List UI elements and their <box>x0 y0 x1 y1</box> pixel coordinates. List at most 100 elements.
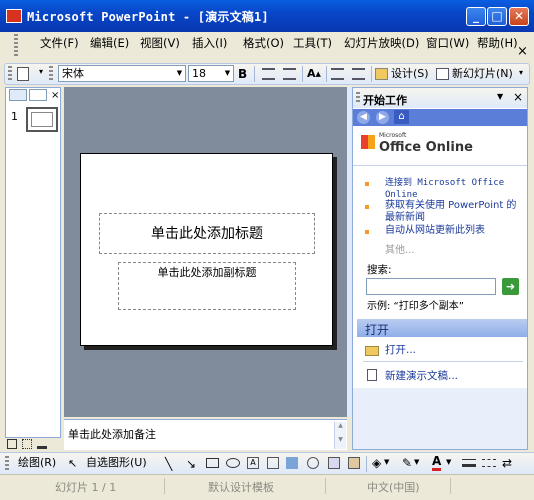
line-style-icon[interactable] <box>462 459 476 467</box>
insert-picture-icon[interactable] <box>348 457 360 469</box>
design-button[interactable]: 设计(S) <box>391 66 429 82</box>
toolbar-options-icon[interactable]: ▾ <box>519 68 523 77</box>
menu-slideshow[interactable]: 幻灯片放映(D) <box>344 32 419 54</box>
new-slide-icon[interactable] <box>436 68 449 80</box>
oval-icon[interactable] <box>226 458 240 468</box>
toolbar-separator <box>302 66 303 82</box>
design-icon[interactable] <box>375 68 388 80</box>
toolbar-separator <box>254 66 255 82</box>
toolbar-separator <box>371 66 372 82</box>
new-slide-button[interactable]: 新幻灯片(N) <box>452 66 513 82</box>
menu-tools[interactable]: 工具(T) <box>293 32 332 54</box>
subtitle-placeholder[interactable]: 单击此处添加副标题 <box>118 262 296 310</box>
arrow-style-icon[interactable]: ⇄ <box>502 456 512 470</box>
close-icon[interactable]: × <box>51 90 59 101</box>
forward-arrow-icon[interactable]: ▶ <box>376 111 389 124</box>
line-color-icon[interactable]: ✎ <box>402 456 412 470</box>
diagram-icon[interactable] <box>307 457 319 469</box>
autoshapes-menu-button[interactable]: 自选图形(U) <box>86 455 147 471</box>
status-separator <box>164 478 165 494</box>
new-presentation-link[interactable]: 新建演示文稿... <box>385 370 458 382</box>
canvas-scrollbar[interactable] <box>348 87 351 417</box>
task-pane-grip[interactable] <box>356 92 360 104</box>
title-placeholder[interactable]: 单击此处添加标题 <box>99 213 315 254</box>
divider <box>363 361 523 362</box>
increase-indent-icon[interactable] <box>352 68 365 80</box>
close-button[interactable]: ✕ <box>509 7 529 26</box>
new-presentation-icon[interactable] <box>367 369 377 381</box>
open-folder-icon[interactable] <box>365 346 379 356</box>
font-size-combo[interactable]: 18 ▼ <box>188 65 234 82</box>
chevron-down-icon[interactable]: ▼ <box>446 458 451 466</box>
select-pointer-icon[interactable]: ↖ <box>68 457 80 470</box>
powerpoint-app-icon[interactable] <box>6 9 22 23</box>
doc-close-button[interactable]: × <box>517 44 528 59</box>
rectangle-icon[interactable] <box>206 458 219 468</box>
tab-slides[interactable] <box>29 89 47 101</box>
menu-edit[interactable]: 编辑(E) <box>90 32 129 54</box>
toolbar-grip[interactable] <box>8 66 12 82</box>
office-logo-text: Office Online <box>379 140 473 155</box>
link-more[interactable]: 其他... <box>385 241 415 256</box>
vertical-text-box-icon[interactable] <box>267 457 279 469</box>
toolbar-options-icon[interactable]: ▾ <box>39 67 43 76</box>
chevron-down-icon[interactable]: ▼ <box>174 66 185 81</box>
toolbar-separator <box>366 456 367 472</box>
notes-placeholder[interactable]: 单击此处添加备注 <box>68 426 156 442</box>
menu-insert[interactable]: 插入(I) <box>192 32 227 54</box>
chevron-down-icon[interactable]: ▼ <box>414 458 419 466</box>
menu-format[interactable]: 格式(O) <box>243 32 284 54</box>
toolbar-separator <box>326 66 327 82</box>
back-arrow-icon[interactable]: ◀ <box>357 111 370 124</box>
menu-grip[interactable] <box>14 34 18 58</box>
link-connect-office-online[interactable]: 连接到 Microsoft Office Online <box>385 177 523 201</box>
close-icon[interactable]: × <box>513 90 523 104</box>
text-box-icon[interactable]: A <box>247 457 259 469</box>
normal-view-icon[interactable] <box>7 439 17 449</box>
slides-pane: × 1 <box>5 87 61 438</box>
link-auto-update[interactable]: 自动从网站更新此列表 <box>385 225 525 237</box>
dash-style-icon[interactable] <box>482 459 496 467</box>
line-icon[interactable]: ╲ <box>165 457 172 471</box>
increase-font-size-icon[interactable]: A▲ <box>307 66 321 82</box>
slideshow-view-icon[interactable] <box>37 439 47 449</box>
tab-outline[interactable] <box>9 89 27 101</box>
bold-button[interactable]: B <box>238 66 247 82</box>
divider <box>353 165 527 166</box>
new-document-icon[interactable] <box>17 67 29 81</box>
search-input[interactable] <box>366 278 496 295</box>
menu-view[interactable]: 视图(V) <box>140 32 180 54</box>
numbered-list-icon[interactable] <box>262 68 275 80</box>
chevron-down-icon[interactable]: ▼ <box>222 66 233 81</box>
minimize-button[interactable]: _ <box>466 7 486 26</box>
bulleted-list-icon[interactable] <box>283 68 296 80</box>
menu-file[interactable]: 文件(F) <box>40 32 79 54</box>
decrease-indent-icon[interactable] <box>331 68 344 80</box>
slide[interactable]: 单击此处添加标题 单击此处添加副标题 <box>80 153 333 346</box>
open-link[interactable]: 打开... <box>385 344 416 356</box>
title-bar[interactable]: Microsoft PowerPoint - [演示文稿1] _ □ ✕ <box>0 0 534 32</box>
maximize-button[interactable]: □ <box>487 7 507 26</box>
wordart-icon[interactable] <box>286 457 298 469</box>
toolbar-grip[interactable] <box>49 66 53 82</box>
thumbnail-inner <box>31 112 53 127</box>
chevron-down-icon[interactable]: ▼ <box>384 458 389 466</box>
chevron-down-icon[interactable]: ▼ <box>497 92 503 101</box>
arrow-icon[interactable]: ↘ <box>186 457 196 471</box>
fill-color-icon[interactable]: ◈ <box>372 456 381 470</box>
search-label: 搜索: <box>367 264 392 276</box>
draw-menu-button[interactable]: 绘图(R) <box>18 455 56 471</box>
menu-window[interactable]: 窗口(W) <box>426 32 469 54</box>
link-latest-news[interactable]: 获取有关使用 PowerPoint 的最新新闻 <box>385 200 525 224</box>
toolbar-grip[interactable] <box>5 456 9 471</box>
clip-art-icon[interactable] <box>328 457 340 469</box>
search-go-button[interactable]: ➜ <box>502 278 519 295</box>
notes-pane[interactable]: 单击此处添加备注 ▲ ▼ <box>64 419 347 450</box>
slide-sorter-view-icon[interactable] <box>22 439 32 449</box>
font-name-combo[interactable]: 宋体 ▼ <box>58 65 186 82</box>
font-color-icon[interactable]: A <box>432 455 442 471</box>
notes-scrollbar[interactable]: ▲ ▼ <box>334 422 346 449</box>
home-icon[interactable]: ⌂ <box>394 110 409 124</box>
menu-help[interactable]: 帮助(H) <box>477 32 518 54</box>
slide-thumbnail[interactable] <box>26 107 58 132</box>
